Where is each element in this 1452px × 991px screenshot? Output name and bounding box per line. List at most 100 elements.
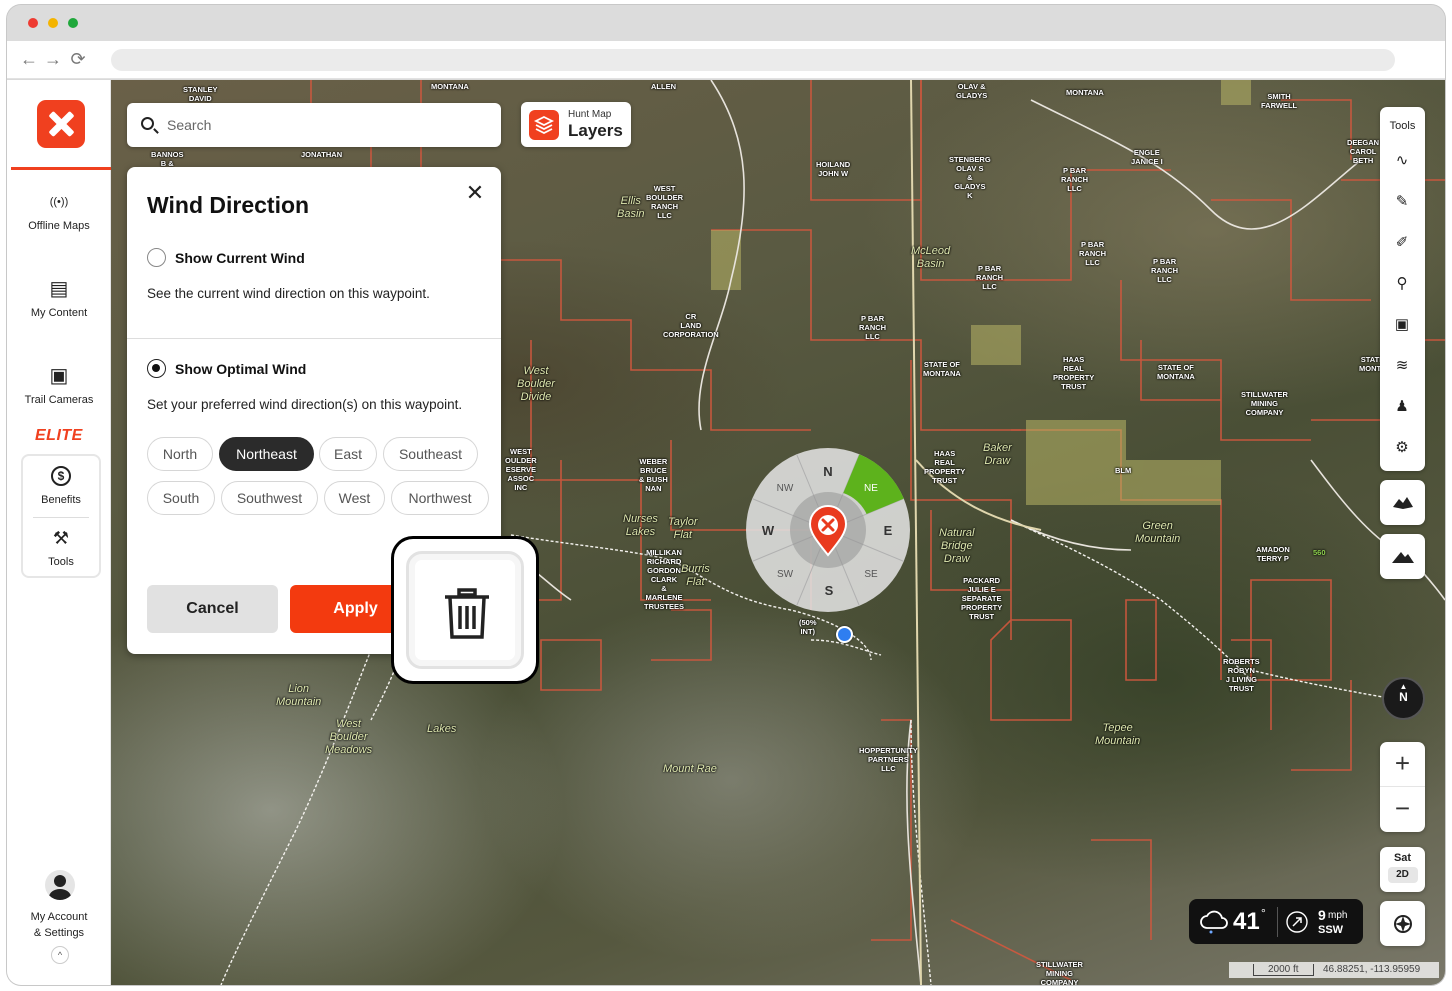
rose-s: S [825, 583, 834, 598]
map-label: ROBERTS ROBYN J LIVING TRUST [1223, 657, 1260, 693]
url-bar[interactable] [111, 49, 1395, 71]
account-label-line2: & Settings [33, 927, 85, 939]
chip-west[interactable]: West [324, 481, 385, 515]
terrain-icon [1392, 497, 1413, 509]
map-label: ALLEN [651, 82, 676, 91]
map-label: BANNOS B & [151, 150, 184, 168]
layers-main-label: Layers [568, 121, 623, 140]
crosshair-icon [1393, 915, 1412, 933]
account-label-line1: My Account [30, 911, 88, 923]
search-bar[interactable] [127, 103, 501, 147]
delete-waypoint-callout [391, 536, 539, 684]
mountain-button[interactable] [1380, 534, 1425, 579]
zoom-out-button[interactable]: − [1380, 787, 1425, 832]
terrain-3d-button[interactable] [1380, 480, 1425, 525]
map-label: Burris Flat [681, 563, 710, 588]
search-input[interactable] [167, 115, 487, 135]
trail-camera-icon[interactable]: ▣ [1392, 315, 1412, 335]
pencil-icon[interactable]: ✎ [1392, 192, 1412, 212]
dollar-circle-icon: $ [51, 466, 71, 486]
app-logo[interactable] [37, 100, 85, 148]
reload-icon[interactable]: ⟳ [68, 49, 88, 70]
map-label: STANLEY DAVID [183, 85, 218, 103]
avatar[interactable] [45, 870, 75, 900]
show-optimal-wind-option[interactable]: Show Optimal Wind [147, 359, 306, 378]
radio-optimal-wind[interactable] [147, 359, 166, 378]
wind-direction: SSW [1318, 924, 1344, 936]
map-label: WEST OULDER ESERVE ASSOC INC [505, 447, 537, 492]
radio-current-wind[interactable] [147, 248, 166, 267]
layers-icon [529, 110, 559, 140]
chip-southwest[interactable]: Southwest [221, 481, 318, 515]
rose-se: SE [864, 569, 878, 580]
user-location-dot [836, 626, 853, 643]
cloud-rain-icon [1200, 910, 1228, 934]
map-label: HOILAND JOHN W [816, 160, 851, 178]
scale-distance: 2000 ft [1253, 964, 1314, 976]
wind-rose[interactable]: N NE E SE S SW W NW [745, 447, 911, 613]
address-bar-row: ← → ⟳ [7, 41, 1445, 79]
temperature-value: 41 [1233, 908, 1260, 935]
map-label: OLAV & GLADYS [956, 82, 988, 100]
wind-speed: 9 [1318, 907, 1326, 923]
map-label: DEEGAN CAROL BETH [1347, 138, 1380, 165]
map-label: Green Mountain [1135, 520, 1181, 545]
map-label: Lion Mountain [276, 683, 322, 708]
sidebar-item-tools[interactable]: ⚒ Tools [21, 528, 101, 568]
chip-north[interactable]: North [147, 437, 213, 471]
people-icon[interactable]: ♟ [1392, 397, 1412, 417]
layers-sub-label: Hunt Map [568, 109, 612, 120]
forward-arrow-icon[interactable]: → [43, 49, 63, 70]
close-window-dot[interactable] [28, 18, 38, 28]
marker-draw-icon[interactable]: ✐ [1392, 233, 1412, 253]
map-label: P BAR RANCH LLC [976, 264, 1004, 291]
map-label: HOPPERTUNITY PARTNERS LLC [859, 746, 918, 773]
sidebar-item-account[interactable]: My Account & Settings [7, 909, 111, 941]
map-label: MONTANA [1066, 88, 1104, 97]
chip-northeast[interactable]: Northeast [219, 437, 314, 471]
sidebar-item-benefits[interactable]: $ Benefits [21, 466, 101, 506]
sidebar-item-my-content[interactable]: ▤ My Content [7, 279, 111, 319]
satellite-icon[interactable]: ⚙ [1392, 438, 1412, 458]
left-sidebar: ((•)) Offline Maps ▤ My Content ▣ Trail … [7, 80, 111, 985]
map-label: STILLWATER MINING COMPANY [1241, 390, 1288, 417]
maximize-window-dot[interactable] [68, 18, 78, 28]
wind-icon[interactable]: ≋ [1392, 356, 1412, 376]
compass-button[interactable]: ▲ N [1382, 677, 1425, 720]
waypoint-pin-icon[interactable]: ⚲ [1392, 274, 1412, 294]
map-label: McLeod Basin [911, 245, 951, 270]
map-label: P BAR RANCH LLC [1061, 166, 1089, 193]
location-button[interactable] [1380, 901, 1425, 946]
route-icon[interactable]: ∿ [1392, 151, 1412, 171]
panel-title: Wind Direction [147, 192, 310, 218]
chip-south[interactable]: South [147, 481, 215, 515]
chip-east[interactable]: East [319, 437, 377, 471]
show-current-wind-option[interactable]: Show Current Wind [147, 248, 305, 267]
map-label: 560 [1313, 548, 1326, 557]
tools-icon: ⚒ [52, 528, 70, 548]
map-label: STATE OF MONTANA [1157, 363, 1195, 381]
map-label: Ellis Basin [617, 195, 645, 220]
sidebar-item-trail-cameras[interactable]: ▣ Trail Cameras [7, 366, 111, 406]
map-label: Nurses Lakes [623, 513, 658, 538]
map-coordinates: 46.88251, -113.95959 [1323, 964, 1421, 975]
collapse-chevron-icon[interactable]: ^ [51, 946, 69, 964]
weather-widget[interactable]: 41 ° 9 mph SSW [1189, 899, 1363, 944]
chip-northwest[interactable]: Northwest [391, 481, 489, 515]
map-label: PACKARD JULIE E SEPARATE PROPERTY TRUST [961, 576, 1003, 621]
chip-southeast[interactable]: Southeast [383, 437, 478, 471]
sidebar-item-label: Tools [48, 556, 74, 568]
map-label: P BAR RANCH LLC [859, 314, 887, 341]
layers-button[interactable]: Hunt Map Layers [521, 102, 631, 147]
basemap-label: Sat [1393, 852, 1412, 864]
zoom-in-button[interactable]: + [1380, 742, 1425, 787]
sidebar-item-offline-maps[interactable]: ((•)) Offline Maps [7, 192, 111, 232]
back-arrow-icon[interactable]: ← [19, 49, 39, 70]
wind-unit: mph [1328, 910, 1348, 921]
delete-button[interactable] [406, 551, 524, 669]
basemap-toggle[interactable]: Sat 2D [1380, 847, 1425, 892]
cancel-button[interactable]: Cancel [147, 585, 278, 633]
close-icon[interactable]: ✕ [465, 180, 485, 205]
map-label: West Boulder Meadows [325, 718, 373, 756]
minimize-window-dot[interactable] [48, 18, 58, 28]
